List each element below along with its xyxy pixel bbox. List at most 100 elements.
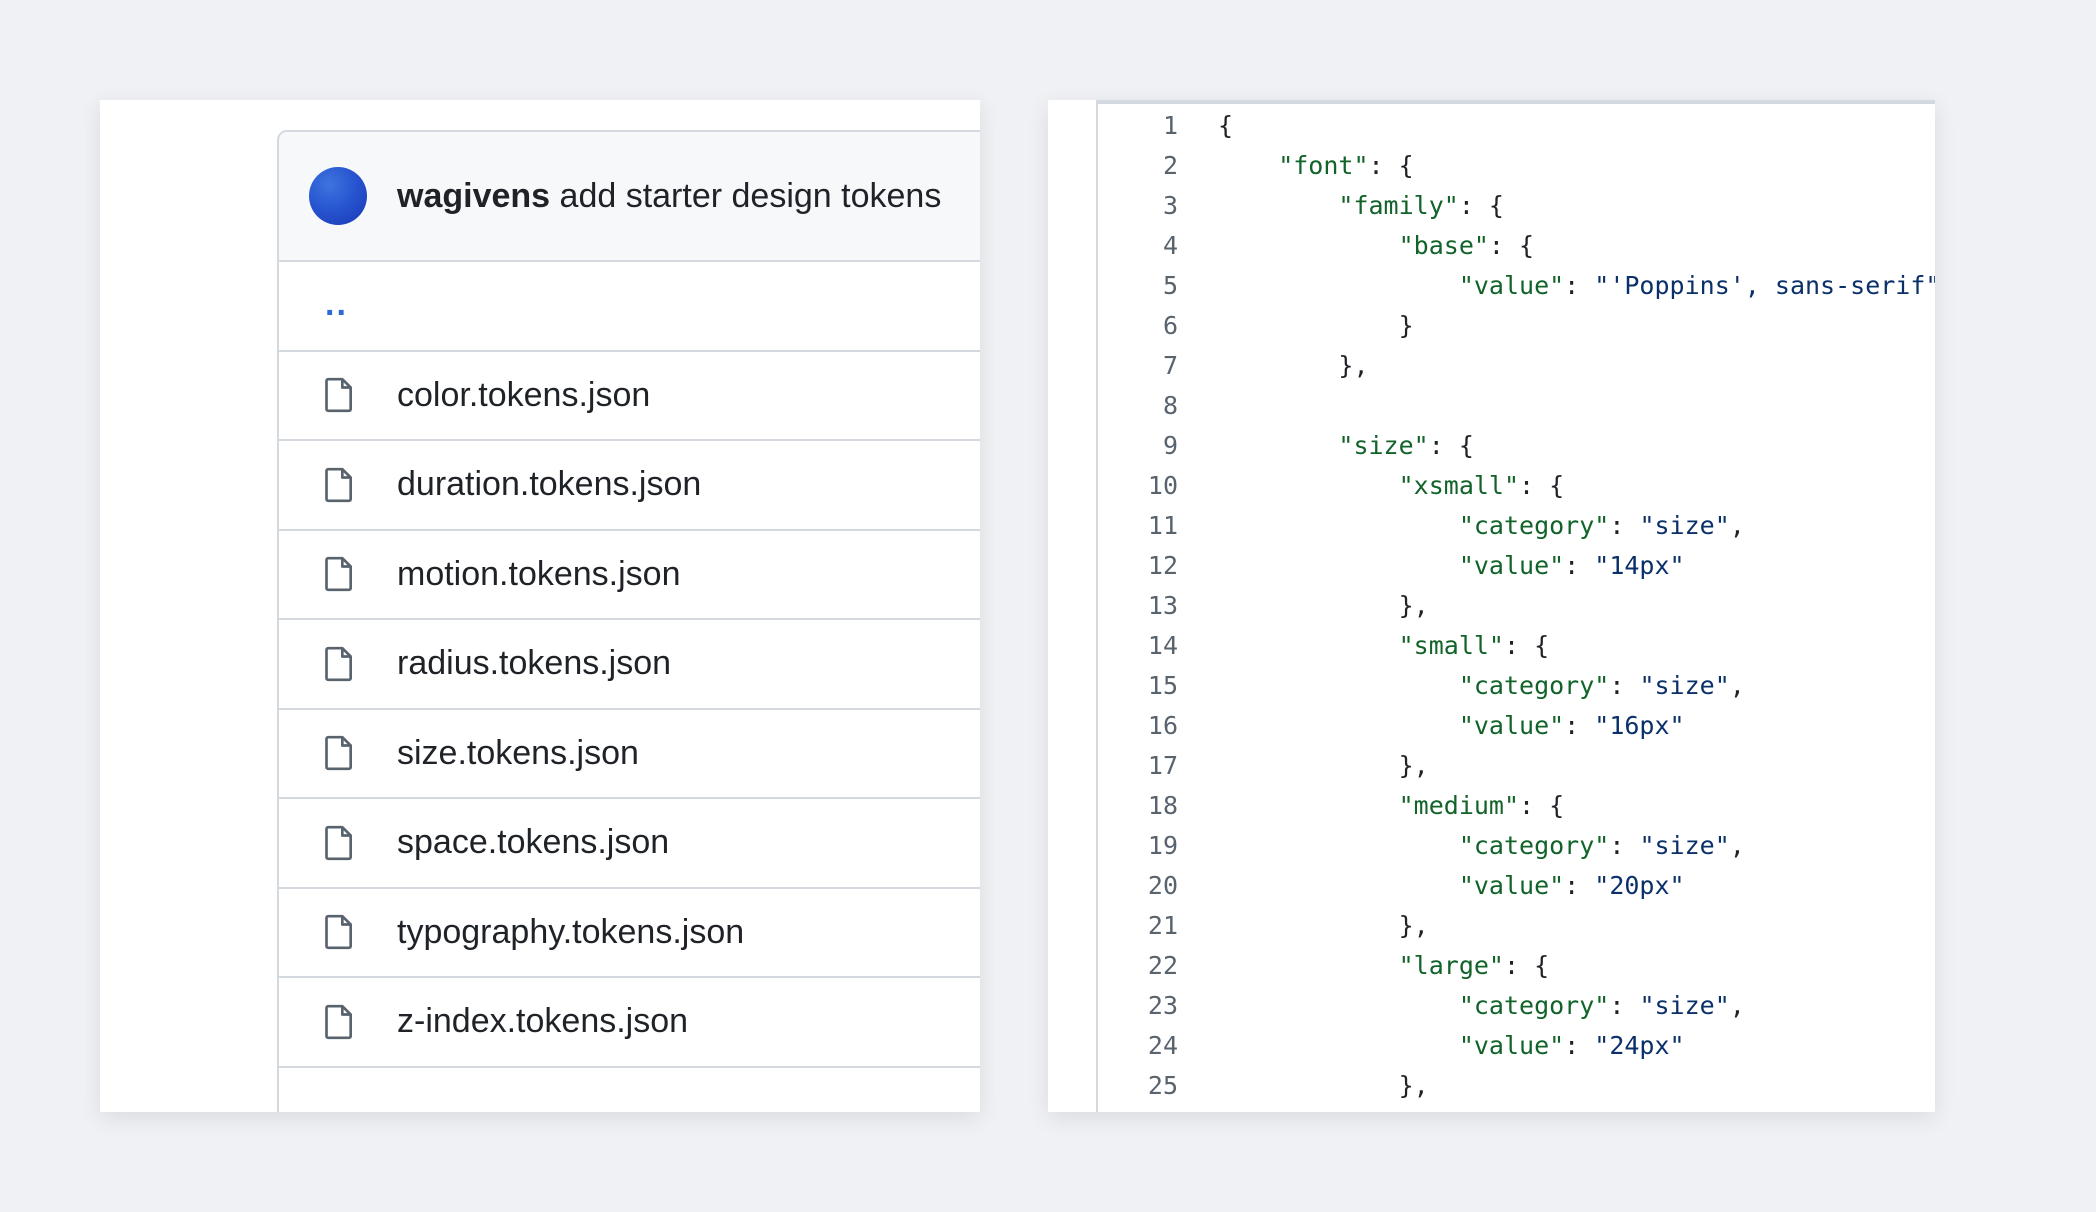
file-row[interactable]: duration.tokens.json [279, 441, 980, 531]
code-text: "family": { [1218, 186, 1504, 226]
code-text: "value": "20px" [1218, 866, 1685, 906]
json-punctuation: : [1564, 271, 1595, 300]
parent-directory-link[interactable]: .. [325, 287, 348, 321]
file-row[interactable]: motion.tokens.json [279, 531, 980, 620]
file-name-link[interactable]: radius.tokens.json [397, 644, 671, 683]
code-text: "small": { [1218, 626, 1550, 666]
line-number[interactable]: 12 [1098, 546, 1178, 586]
line-number[interactable]: 18 [1098, 786, 1178, 826]
file-row[interactable]: typography.tokens.json [279, 889, 980, 978]
line-number[interactable]: 14 [1098, 626, 1178, 666]
file-icon [325, 467, 352, 502]
code-view[interactable]: 1{2 "font": {3 "family": {4 "base": {5 "valu… [1098, 106, 1935, 1106]
code-line: 19 "category": "size", [1098, 826, 1935, 866]
json-punctuation: : { [1428, 431, 1474, 460]
json-string: "size" [1639, 991, 1730, 1020]
code-text: }, [1218, 1066, 1429, 1106]
line-number[interactable]: 13 [1098, 586, 1178, 626]
code-line: 21}, [1098, 906, 1935, 946]
line-number[interactable]: 3 [1098, 186, 1178, 226]
file-name-link[interactable]: motion.tokens.json [397, 555, 681, 594]
json-key: "value" [1458, 711, 1565, 740]
file-name-link[interactable]: duration.tokens.json [397, 465, 701, 504]
line-number[interactable]: 16 [1098, 706, 1178, 746]
line-number[interactable]: 2 [1098, 146, 1178, 186]
line-number[interactable]: 11 [1098, 506, 1178, 546]
line-number[interactable]: 17 [1098, 746, 1178, 786]
json-punctuation: }, [1338, 351, 1369, 380]
file-icon [325, 378, 352, 413]
commit-message[interactable]: add starter design tokens [560, 177, 942, 215]
code-line: 15 "category": "size", [1098, 666, 1935, 706]
json-key: "family" [1338, 191, 1459, 220]
line-number[interactable]: 15 [1098, 666, 1178, 706]
code-line: 6} [1098, 306, 1935, 346]
code-line: 8 [1098, 386, 1935, 426]
json-key: "small" [1398, 631, 1504, 660]
file-row[interactable]: color.tokens.json [279, 352, 980, 441]
code-text: "category": "size", [1218, 826, 1745, 866]
json-string: "size" [1639, 831, 1730, 860]
json-key: "value" [1458, 551, 1565, 580]
file-icon [325, 557, 352, 592]
code-text: } [1218, 306, 1414, 346]
json-string: "size" [1639, 511, 1730, 540]
code-text: "value": "'Poppins', sans-serif" [1218, 266, 1935, 306]
json-key: "value" [1458, 1031, 1565, 1060]
json-string: "'Poppins', sans-serif" [1594, 271, 1935, 300]
file-name-link[interactable]: color.tokens.json [397, 376, 650, 415]
json-string: "24px" [1594, 1031, 1685, 1060]
line-number[interactable]: 24 [1098, 1026, 1178, 1066]
json-punctuation: }, [1398, 591, 1429, 620]
json-punctuation: : { [1488, 231, 1535, 260]
file-name-link[interactable]: typography.tokens.json [397, 913, 744, 952]
commit-author[interactable]: wagivens [397, 177, 550, 215]
file-name-link[interactable]: size.tokens.json [397, 734, 639, 773]
line-number[interactable]: 19 [1098, 826, 1178, 866]
latest-commit-header: wagivens add starter design tokens [279, 132, 980, 262]
line-number[interactable]: 23 [1098, 986, 1178, 1026]
json-key: "large" [1398, 951, 1504, 980]
json-string: "16px" [1594, 711, 1685, 740]
json-punctuation: : [1564, 871, 1595, 900]
json-punctuation: : [1609, 831, 1640, 860]
code-text: { [1218, 106, 1233, 146]
json-punctuation: : [1564, 711, 1595, 740]
line-number[interactable]: 5 [1098, 266, 1178, 306]
code-line: 2 "font": { [1098, 146, 1935, 186]
code-text: "base": { [1218, 226, 1534, 266]
code-line: 24 "value": "24px" [1098, 1026, 1935, 1066]
json-string: "size" [1639, 671, 1730, 700]
file-name-link[interactable]: z-index.tokens.json [397, 1002, 688, 1041]
json-punctuation: : { [1503, 951, 1550, 980]
code-line: 12 "value": "14px" [1098, 546, 1935, 586]
line-number[interactable]: 20 [1098, 866, 1178, 906]
file-name-link[interactable]: space.tokens.json [397, 823, 669, 862]
json-punctuation: , [1729, 511, 1745, 540]
file-row[interactable]: size.tokens.json [279, 710, 980, 799]
line-number[interactable]: 6 [1098, 306, 1178, 346]
line-number[interactable]: 22 [1098, 946, 1178, 986]
avatar[interactable] [309, 167, 367, 225]
line-number[interactable]: 1 [1098, 106, 1178, 146]
file-row[interactable]: z-index.tokens.json [279, 978, 980, 1068]
parent-directory-row[interactable]: .. [279, 262, 980, 352]
line-number[interactable]: 8 [1098, 386, 1178, 426]
json-punctuation: : { [1503, 631, 1550, 660]
code-text: "medium": { [1218, 786, 1565, 826]
line-number[interactable]: 7 [1098, 346, 1178, 386]
file-row[interactable]: radius.tokens.json [279, 620, 980, 710]
line-number[interactable]: 10 [1098, 466, 1178, 506]
json-punctuation: }, [1398, 1071, 1429, 1100]
file-row[interactable]: space.tokens.json [279, 799, 980, 889]
line-number[interactable]: 21 [1098, 906, 1178, 946]
code-line: 5 "value": "'Poppins', sans-serif" [1098, 266, 1935, 306]
line-number[interactable]: 9 [1098, 426, 1178, 466]
json-punctuation: : { [1519, 791, 1565, 820]
json-key: "size" [1338, 431, 1429, 460]
line-number[interactable]: 4 [1098, 226, 1178, 266]
line-number[interactable]: 25 [1098, 1066, 1178, 1106]
json-key: "medium" [1398, 791, 1520, 820]
code-text: }, [1218, 586, 1429, 626]
json-punctuation: }, [1398, 751, 1429, 780]
